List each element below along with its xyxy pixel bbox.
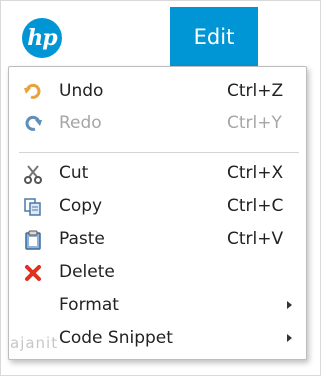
submenu-arrow-icon <box>287 301 292 309</box>
menu-item-shortcut: Ctrl+Z <box>227 81 284 101</box>
menu-item-cut[interactable]: Cut Ctrl+X <box>9 157 306 189</box>
submenu-arrow-icon <box>287 334 292 342</box>
watermark-text: ajanit <box>10 334 59 352</box>
copy-icon <box>23 197 43 217</box>
menu-item-label: Cut <box>59 163 89 183</box>
clipboard-icon <box>23 230 43 250</box>
menu-item-paste[interactable]: Paste Ctrl+V <box>9 223 306 255</box>
menu-item-shortcut: Ctrl+C <box>227 196 284 216</box>
menu-item-shortcut: Ctrl+Y <box>227 113 282 133</box>
menu-item-format[interactable]: Format <box>9 289 306 321</box>
menu-item-label: Delete <box>59 262 115 282</box>
menu-item-shortcut: Ctrl+X <box>227 163 284 183</box>
hp-logo: hp <box>22 18 62 58</box>
menu-item-undo[interactable]: Undo Ctrl+Z <box>9 75 306 107</box>
menu-item-label: Copy <box>59 196 103 216</box>
redo-icon <box>23 114 43 134</box>
menu-item-label: Code Snippet <box>59 328 173 348</box>
menu-separator <box>19 152 299 153</box>
delete-x-icon <box>23 263 43 283</box>
menu-item-delete[interactable]: Delete <box>9 256 306 288</box>
menu-item-label: Redo <box>59 113 102 133</box>
edit-context-menu: Undo Ctrl+Z Redo Ctrl+Y Cut Ctrl+X Copy … <box>8 66 307 360</box>
undo-icon <box>23 82 43 102</box>
menu-item-label: Undo <box>59 81 104 101</box>
menu-item-shortcut: Ctrl+V <box>227 229 284 249</box>
menu-item-label: Format <box>59 295 119 315</box>
menu-item-label: Paste <box>59 229 105 249</box>
menu-item-redo[interactable]: Redo Ctrl+Y <box>9 107 306 139</box>
edit-menu-tab[interactable]: Edit <box>170 7 258 67</box>
scissors-icon <box>23 164 43 184</box>
menu-item-copy[interactable]: Copy Ctrl+C <box>9 190 306 222</box>
